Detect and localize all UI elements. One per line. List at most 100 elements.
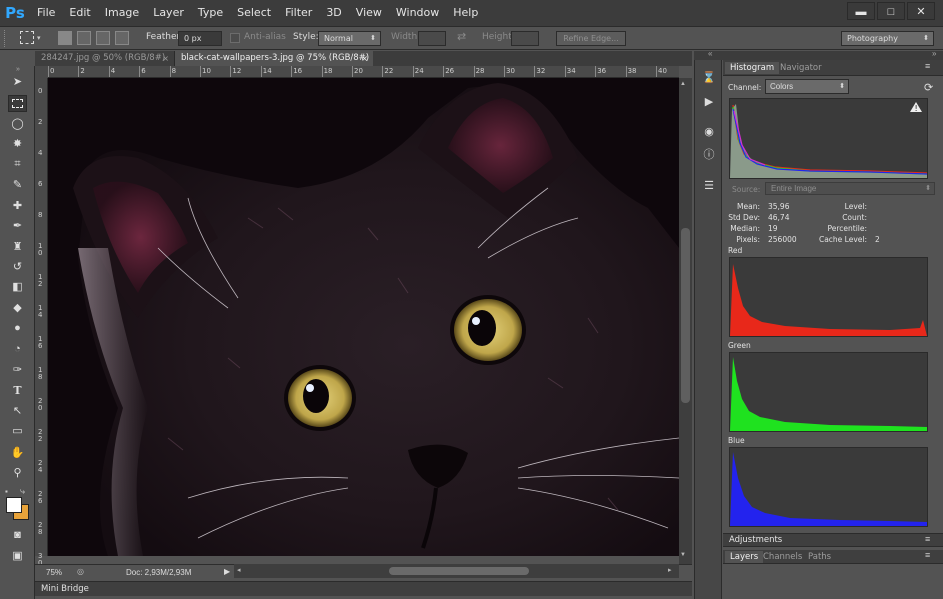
tab-284247[interactable]: 284247.jpg @ 50% (RGB/8#) × [35,51,175,66]
screen-mode-icon[interactable]: ▣ [8,548,27,565]
new-selection-icon[interactable] [58,31,72,45]
ruler-tick [291,66,293,77]
panel-menu-icon[interactable]: ≡ [925,534,930,544]
dodge-tool-icon[interactable]: ◔ [8,341,27,358]
quick-mask-icon[interactable]: ◙ [8,527,27,544]
clone-stamp-tool-icon[interactable]: ♜ [8,239,27,256]
rectangle-tool-icon[interactable]: ▭ [8,423,27,440]
antialias-checkbox[interactable] [230,33,240,43]
ruler-tick [595,66,597,77]
collapse-left-icon[interactable]: « [708,49,712,58]
menu-layer[interactable]: Layer [146,0,191,26]
tab-paths[interactable]: Paths [803,551,836,563]
horizontal-scroll-thumb[interactable] [389,567,529,575]
menu-filter[interactable]: Filter [278,0,319,26]
menu-help[interactable]: Help [446,0,485,26]
pen-tool-icon[interactable]: ✑ [8,362,27,379]
info-icon[interactable]: ⓘ [702,149,716,162]
panel-menu-icon[interactable]: ≡ [925,550,930,560]
document-canvas[interactable] [48,78,679,556]
zoom-tool-icon[interactable]: ⚲ [8,465,27,482]
adjustments-tab[interactable]: Adjustments [729,535,782,545]
horizontal-ruler[interactable]: 0 2 4 6 8 10 12 14 16 18 20 22 24 26 28 30 32 34 36 38 40 [48,66,679,78]
hand-tool-icon[interactable]: ✋ [8,445,27,462]
tab-histogram[interactable]: Histogram [725,62,780,74]
crop-tool-icon[interactable]: ⌗ [8,156,27,173]
close-icon[interactable]: × [361,51,368,66]
add-selection-icon[interactable] [77,31,91,45]
swap-icon[interactable]: ⇄ [457,30,466,43]
path-select-tool-icon[interactable]: ↖ [8,403,27,420]
scroll-right-icon[interactable]: ▸ [668,566,672,574]
source-select[interactable]: Entire Image ⬍ [765,182,935,195]
history-icon[interactable]: ⌛ [702,72,716,85]
chevron-down-icon[interactable]: ▾ [37,34,41,42]
menu-select[interactable]: Select [230,0,278,26]
move-tool-icon[interactable]: ➤ [8,74,27,91]
swap-colors-icon[interactable]: ⤷ [20,486,25,497]
vertical-ruler[interactable]: 024681 01 21 41 61 82 02 22 42 62 83 0 [35,78,48,567]
menu-window[interactable]: Window [389,0,446,26]
rect-marquee-tool-icon[interactable] [8,95,27,112]
quick-select-tool-icon[interactable]: ✸ [8,136,27,153]
ruler-number: 28 [475,67,485,75]
menu-3d[interactable]: 3D [319,0,348,26]
intersect-selection-icon[interactable] [115,31,129,45]
style-select[interactable]: Normal ⬍ [318,31,381,46]
close-button[interactable]: ✕ [907,2,935,20]
width-input[interactable] [418,31,446,46]
paint-bucket-tool-icon[interactable]: ◆ [8,300,27,317]
healing-brush-tool-icon[interactable]: ✚ [8,198,27,215]
type-tool-icon[interactable]: T [8,382,27,399]
ruler-number: 18 [323,67,333,75]
feather-input[interactable]: 0 px [178,31,222,46]
ruler-number: 30 [506,67,515,75]
channel-select[interactable]: Colors ⬍ [765,79,849,94]
lasso-tool-icon[interactable]: ◯ [8,116,27,133]
adjustments-panel-header[interactable]: Adjustments ≡ [723,533,943,547]
properties-icon[interactable]: ☰ [702,180,716,193]
scroll-left-icon[interactable]: ◂ [237,566,241,574]
foreground-color-swatch[interactable] [6,497,22,513]
minimize-button[interactable]: ▬ [847,2,875,20]
scroll-up-icon[interactable]: ▲ [680,81,686,87]
collapse-right-icon[interactable]: » [932,49,936,58]
menu-view[interactable]: View [349,0,389,26]
vertical-scrollbar[interactable]: ▲ ▼ [679,78,692,564]
brush-tool-icon[interactable]: ✒ [8,218,27,235]
actions-icon[interactable]: ▶ [702,96,716,109]
maximize-button[interactable]: □ [877,2,905,20]
tab-black-cat[interactable]: black-cat-wallpapers-3.jpg @ 75% (RGB/8#… [175,51,373,66]
ruler-number: 2 [38,118,43,126]
panel-menu-icon[interactable]: ≡ [925,61,930,71]
menu-edit[interactable]: Edit [62,0,97,26]
history-brush-tool-icon[interactable]: ↺ [8,259,27,276]
status-menu-icon[interactable]: ▶ [224,567,230,576]
eyedropper-tool-icon[interactable]: ✎ [8,177,27,194]
ruler-number: 2 6 [38,490,43,505]
tab-channels[interactable]: Channels [758,551,807,563]
horizontal-scrollbar[interactable]: ◂ ▸ [234,564,679,578]
workspace-select[interactable]: Photography ⬍ [841,31,934,46]
color-sampler-icon[interactable]: ◉ [702,126,716,139]
menu-file[interactable]: File [30,0,62,26]
tab-navigator[interactable]: Navigator [775,62,827,74]
scroll-down-icon[interactable]: ▼ [680,552,686,558]
refresh-icon[interactable]: ⟳ [924,81,933,94]
marquee-preset-icon[interactable] [20,31,34,44]
height-input[interactable] [511,31,539,46]
eraser-tool-icon[interactable]: ◧ [8,279,27,296]
warning-icon: ! [915,104,918,113]
close-icon[interactable]: × [162,51,169,66]
blur-tool-icon[interactable]: ● [8,320,27,337]
default-colors-icon[interactable]: ▪ [5,487,8,496]
status-options-icon[interactable]: ◎ [77,567,84,576]
mini-bridge-bar[interactable]: Mini Bridge [35,581,692,596]
menu-type[interactable]: Type [191,0,230,26]
refine-edge-button[interactable]: Refine Edge... [556,31,626,46]
subtract-selection-icon[interactable] [96,31,110,45]
menu-image[interactable]: Image [98,0,146,26]
collapse-icon[interactable]: » [16,66,20,73]
zoom-level[interactable]: 75% [46,568,62,577]
vertical-scroll-thumb[interactable] [681,228,690,403]
